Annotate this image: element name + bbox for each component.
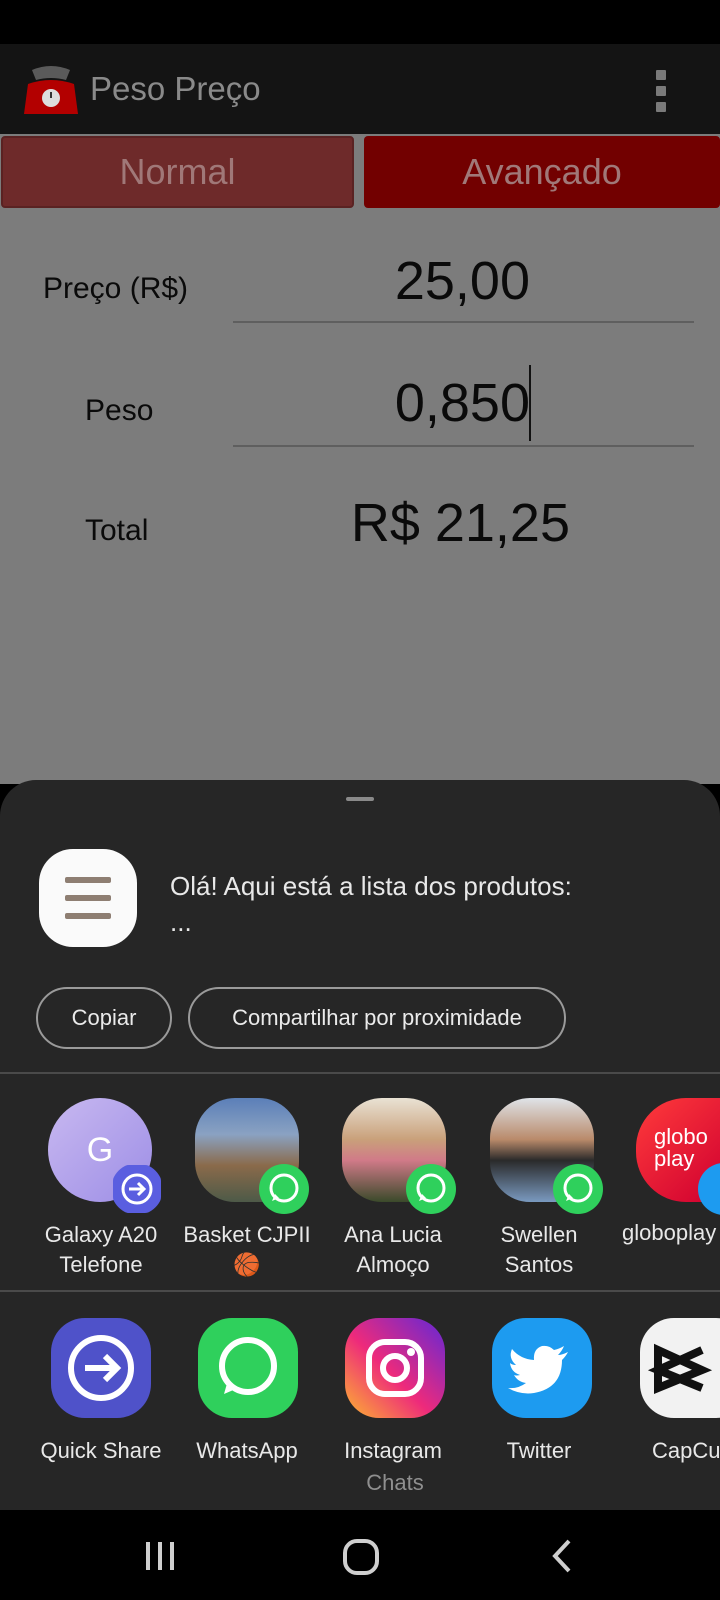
home-icon[interactable]: [342, 1538, 380, 1576]
price-input[interactable]: 25,00: [233, 250, 530, 312]
text-cursor: [529, 365, 531, 441]
total-value: R$ 21,25: [350, 493, 570, 553]
quick-share-icon: [113, 1165, 161, 1213]
price-label: Preço (R$): [43, 272, 189, 305]
contact-subtitle: Almoço: [356, 1252, 430, 1277]
total-label: Total: [85, 514, 149, 547]
whatsapp-icon: [259, 1164, 309, 1214]
price-input-underline: [233, 321, 694, 323]
twitter-icon: [492, 1318, 592, 1418]
contact-subtitle: Telefone: [59, 1252, 143, 1277]
contact-subtitle: 🏀: [233, 1252, 261, 1277]
app-sublabel: Chats: [366, 1470, 424, 1495]
contact-name: Basket CJPII: [183, 1222, 311, 1247]
capcut-icon: [640, 1318, 720, 1418]
whatsapp-icon: [553, 1164, 603, 1214]
copy-button[interactable]: Copiar: [36, 987, 172, 1049]
notes-app-icon: [39, 849, 137, 947]
app-label: Quick Share: [40, 1438, 162, 1463]
weight-input-underline: [233, 445, 694, 447]
calculator-panel: [0, 134, 720, 784]
drag-handle[interactable]: [346, 797, 374, 801]
tab-avancado[interactable]: Avançado: [364, 136, 720, 208]
contact-name: Galaxy A20: [44, 1222, 158, 1247]
contact-name: Swellen: [500, 1222, 578, 1247]
quick-share-icon: [51, 1318, 151, 1418]
divider: [0, 1290, 720, 1292]
recent-apps-icon[interactable]: [142, 1540, 178, 1572]
share-preview-text: Olá! Aqui está a lista dos produtos: ...: [170, 868, 690, 940]
whatsapp-icon: [406, 1164, 456, 1214]
whatsapp-icon: [198, 1318, 298, 1418]
app-label: Twitter: [506, 1438, 572, 1463]
app-title: Peso Preço: [90, 70, 261, 107]
weight-input[interactable]: 0,850: [233, 372, 530, 434]
contact-name: globoplay: [622, 1220, 717, 1245]
twitter-icon: [698, 1163, 720, 1215]
instagram-icon: [345, 1318, 445, 1418]
contact-name: Ana Lucia: [344, 1222, 442, 1247]
contact-subtitle: Santos: [504, 1252, 574, 1277]
app-label: CapCut: [652, 1438, 720, 1463]
tab-normal[interactable]: Normal: [1, 136, 354, 208]
app-label: WhatsApp: [196, 1438, 298, 1463]
divider: [0, 1072, 720, 1074]
share-preview-line-2: ...: [170, 907, 192, 937]
back-icon[interactable]: [550, 1538, 574, 1574]
status-bar: [0, 0, 720, 44]
app-label: Instagram: [344, 1438, 442, 1463]
nearby-share-button[interactable]: Compartilhar por proximidade: [188, 987, 566, 1049]
share-preview-line-1: Olá! Aqui está a lista dos produtos:: [170, 871, 572, 901]
scale-logo-icon: [24, 66, 78, 114]
more-options-icon[interactable]: [655, 70, 667, 112]
weight-label: Peso: [85, 394, 154, 427]
